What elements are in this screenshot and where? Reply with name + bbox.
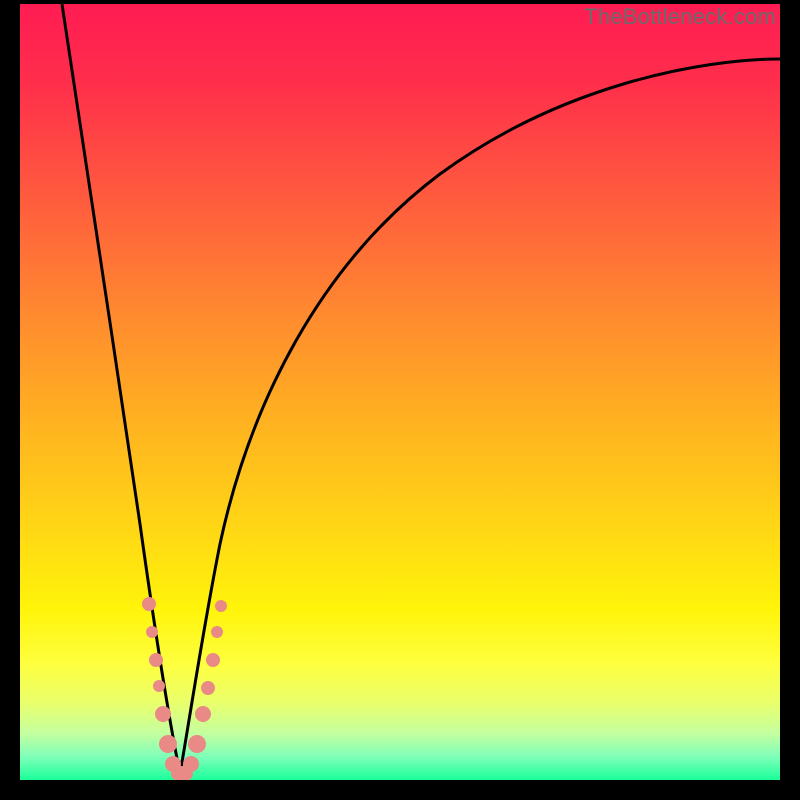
curve-right xyxy=(180,59,780,774)
watermark-text: TheBottleneck.com xyxy=(584,4,776,30)
chart-svg xyxy=(20,4,780,780)
chart-plot-area xyxy=(20,4,780,780)
chart-frame: TheBottleneck.com xyxy=(0,0,800,800)
